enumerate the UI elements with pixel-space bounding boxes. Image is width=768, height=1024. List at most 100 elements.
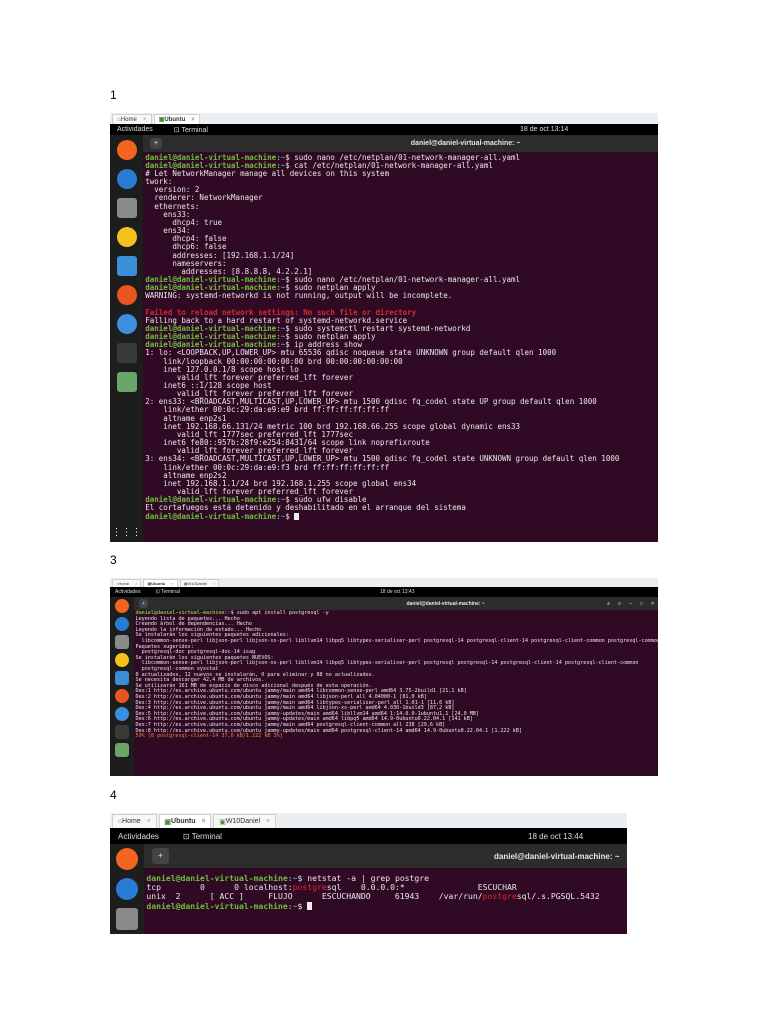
window-title: daniel@daniel-virtual-machine: ~ [494,851,620,861]
menu-icon[interactable]: ≡ [618,601,621,607]
close-tab-icon[interactable]: × [147,818,151,825]
activities-button[interactable]: Actividades [115,589,141,595]
section-number-1: 1 [110,88,117,102]
output-text: $ [297,900,308,911]
new-tab-button[interactable]: + [152,847,169,865]
search-icon[interactable]: ⌕ [607,601,610,607]
terminal-header-bar: + daniel@daniel-virtual-machine: ~ ⌕ ≡ – □ × [134,597,658,610]
trash-icon[interactable] [116,371,137,392]
terminal-cursor [307,902,313,911]
close-tab-icon[interactable]: × [213,581,215,586]
vm-tab-ubuntu[interactable]: ▣ Ubuntu × [153,114,201,124]
terminal-line: # Let NetworkManager manage all devices … [145,169,656,178]
vm-tab-home[interactable]: ⌂ Home × [112,579,142,587]
libreoffice-writer-icon[interactable] [115,671,129,685]
help-icon[interactable] [116,313,137,334]
window-title: daniel@daniel-virtual-machine: ~ [410,140,521,147]
dock: ⋮⋮⋮ [110,135,143,542]
terminal-line: libcommon-sense-perl libjson-perl libjso… [136,638,658,645]
files-icon[interactable] [116,197,137,218]
app-center-icon[interactable] [116,284,137,305]
app-center-icon[interactable] [115,689,129,703]
close-tab-icon[interactable]: × [171,581,173,586]
vm-tab-label: Home [122,818,141,825]
files-icon[interactable] [115,635,129,649]
vm-tab-w10daniel[interactable]: ▣ W10Daniel × [179,579,220,587]
terminal-output[interactable]: daniel@daniel-virtual-machine:~$ netstat… [144,868,627,934]
show-apps-grid-icon[interactable]: ⋮⋮⋮ [112,528,142,538]
output-text: $ [285,511,295,521]
clock[interactable]: 18 de oct 13:43 [380,589,414,595]
new-tab-button[interactable]: + [150,137,162,150]
thunderbird-icon[interactable] [116,168,137,189]
clock[interactable]: 18 de oct 13:44 [528,832,583,841]
vm-tab-w10daniel[interactable]: ▣ W10Daniel × [213,814,276,828]
new-tab-button[interactable]: + [139,598,149,609]
vm-tab-bar: ⌂ Home × ▣ Ubuntu × ▣ W10Daniel × [110,813,627,829]
libreoffice-writer-icon[interactable] [116,255,137,276]
close-tab-icon[interactable]: × [143,117,147,123]
close-tab-icon[interactable]: × [135,581,137,586]
close-icon[interactable]: × [651,601,654,607]
activities-button[interactable]: Actividades [118,832,159,841]
terminal-icon[interactable] [116,342,137,363]
screenshot-1: ⌂ Home × ▣ Ubuntu × Actividades ⊡ Terminal 18 … [110,113,658,542]
close-tab-icon[interactable]: × [266,818,270,825]
dock [110,597,134,776]
rhythmbox-icon[interactable] [115,653,129,667]
terminal-line: 59% [8 postgresql-client-14 37,0 kB/1.22… [136,733,657,740]
firefox-icon[interactable] [116,848,138,870]
document-page: 1 ⌂ Home × ▣ Ubuntu × Actividades ⊡ Terminal 1… [0,0,768,1024]
screenshot-3: ⌂ Home × ▣ Ubuntu × ▣ W10Daniel × Actividades ⊡… [110,578,658,776]
vm-tab-label: Home [118,581,130,586]
files-icon[interactable] [116,908,138,930]
gnome-top-bar: Actividades ⊡ Terminal 18 de oct 13:43 [110,587,658,597]
vm-tab-home[interactable]: ⌂ Home × [112,814,157,828]
thunderbird-icon[interactable] [116,878,138,900]
vm-tab-icon: ▣ [164,818,172,826]
terminal-output[interactable]: daniel@daniel-virtual-machine:~$ sudo na… [143,152,658,542]
close-tab-icon[interactable]: × [202,818,206,825]
firefox-icon[interactable] [116,139,137,160]
terminal-line: twork: [145,178,656,186]
terminal-line: daniel@daniel-virtual-machine:~$ [145,511,656,521]
minimize-icon[interactable]: – [629,601,632,607]
thunderbird-icon[interactable] [115,617,129,631]
terminal-line: ethernets: [145,202,656,211]
gnome-top-bar: Actividades ⊡ Terminal 18 de oct 13:14 [110,124,658,135]
vm-tab-ubuntu[interactable]: ▣ Ubuntu × [143,579,178,587]
vm-tab-home[interactable]: ⌂ Home × [112,114,152,124]
help-icon[interactable] [115,707,129,721]
dock [110,844,144,934]
terminal-line: WARNING: systemd-networkd is not running… [145,292,656,300]
terminal-line: dhcp4: true [145,218,656,227]
vm-tab-ubuntu[interactable]: ▣ Ubuntu × [158,814,212,828]
trash-icon[interactable] [115,743,129,757]
terminal-cursor [294,512,299,521]
activities-button[interactable]: Actividades [117,126,153,133]
app-menu-terminal[interactable]: ⊡ Terminal [156,589,180,595]
terminal-output[interactable]: daniel@daniel-virtual-machine:~$ sudo ap… [134,610,658,776]
close-tab-icon[interactable]: × [191,117,195,123]
vm-tab-label: Ubuntu [164,116,186,123]
terminal-line: daniel@daniel-virtual-machine:~$ [146,900,624,911]
window-title: daniel@daniel-virtual-machine: ~ [406,600,485,607]
clock[interactable]: 18 de oct 13:14 [520,126,568,133]
terminal-icon[interactable] [115,725,129,739]
vm-tab-label: Ubuntu [171,818,196,825]
app-menu-terminal[interactable]: ⊡ Terminal [174,126,208,134]
app-menu-terminal[interactable]: ⊡ Terminal [183,832,222,841]
section-number-4: 4 [110,788,117,802]
terminal-line: renderer: NetworkManager [145,194,656,202]
vm-tab-label: Ubuntu [151,581,166,586]
output-text: $ sudo apt install postgresql -y [230,610,329,617]
maximize-icon[interactable]: □ [640,601,643,607]
vm-tab-icon: ▣ [219,818,226,826]
firefox-icon[interactable] [115,599,129,613]
vm-tab-label: Home [120,116,137,123]
screenshot-4: ⌂ Home × ▣ Ubuntu × ▣ W10Daniel × Actividades ⊡… [110,813,627,934]
output-text: WARNING: systemd-networkd is not running… [145,291,453,301]
rhythmbox-icon[interactable] [116,226,137,247]
vm-tab-label: W10Daniel [187,581,207,586]
output-text: sql/.s.PGSQL.5432 [516,891,600,902]
